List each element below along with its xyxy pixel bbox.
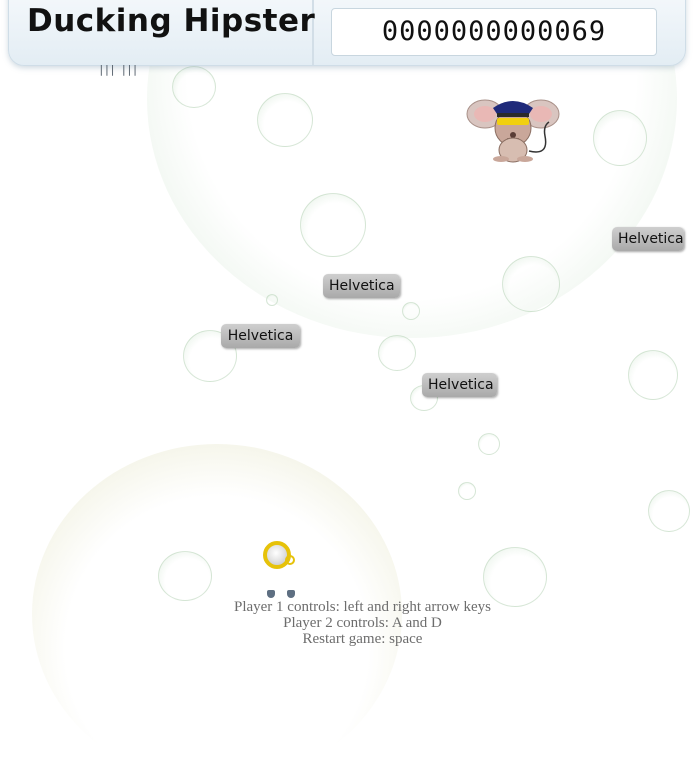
bubble <box>300 193 366 257</box>
bubble <box>172 66 216 108</box>
bubble <box>257 93 313 147</box>
instruction-restart: Restart game: space <box>302 631 423 647</box>
bubble <box>158 551 212 601</box>
instructions: Player 1 controls: left and right arrow … <box>0 599 700 647</box>
score-display: 0000000000069 <box>331 8 657 56</box>
bubble <box>458 482 476 500</box>
platform: Helvetica <box>422 373 497 397</box>
player-left-foot-icon <box>267 590 275 598</box>
mouse-pilot-enemy-icon <box>463 96 563 170</box>
game-title: Ducking Hipster <box>27 3 316 39</box>
bubble <box>266 294 278 306</box>
platform: Helvetica <box>323 274 400 298</box>
bubble <box>378 335 416 371</box>
bubble <box>402 302 420 320</box>
player-hipster-ring-icon <box>263 541 295 569</box>
instruction-player2: Player 2 controls: A and D <box>283 615 442 631</box>
platform: Helvetica <box>612 227 684 251</box>
bubble <box>478 433 500 455</box>
bubble <box>593 110 647 166</box>
header-bar: Ducking Hipster 0000000000069 <box>8 0 686 66</box>
player2-legs-icon: ||| ||| <box>98 63 138 76</box>
player-right-foot-icon <box>287 590 295 598</box>
bubble <box>628 350 678 400</box>
instruction-player1: Player 1 controls: left and right arrow … <box>233 599 491 615</box>
bubble <box>502 256 560 312</box>
platform: Helvetica <box>221 324 300 348</box>
bubble <box>648 490 690 532</box>
bubble <box>483 547 547 607</box>
